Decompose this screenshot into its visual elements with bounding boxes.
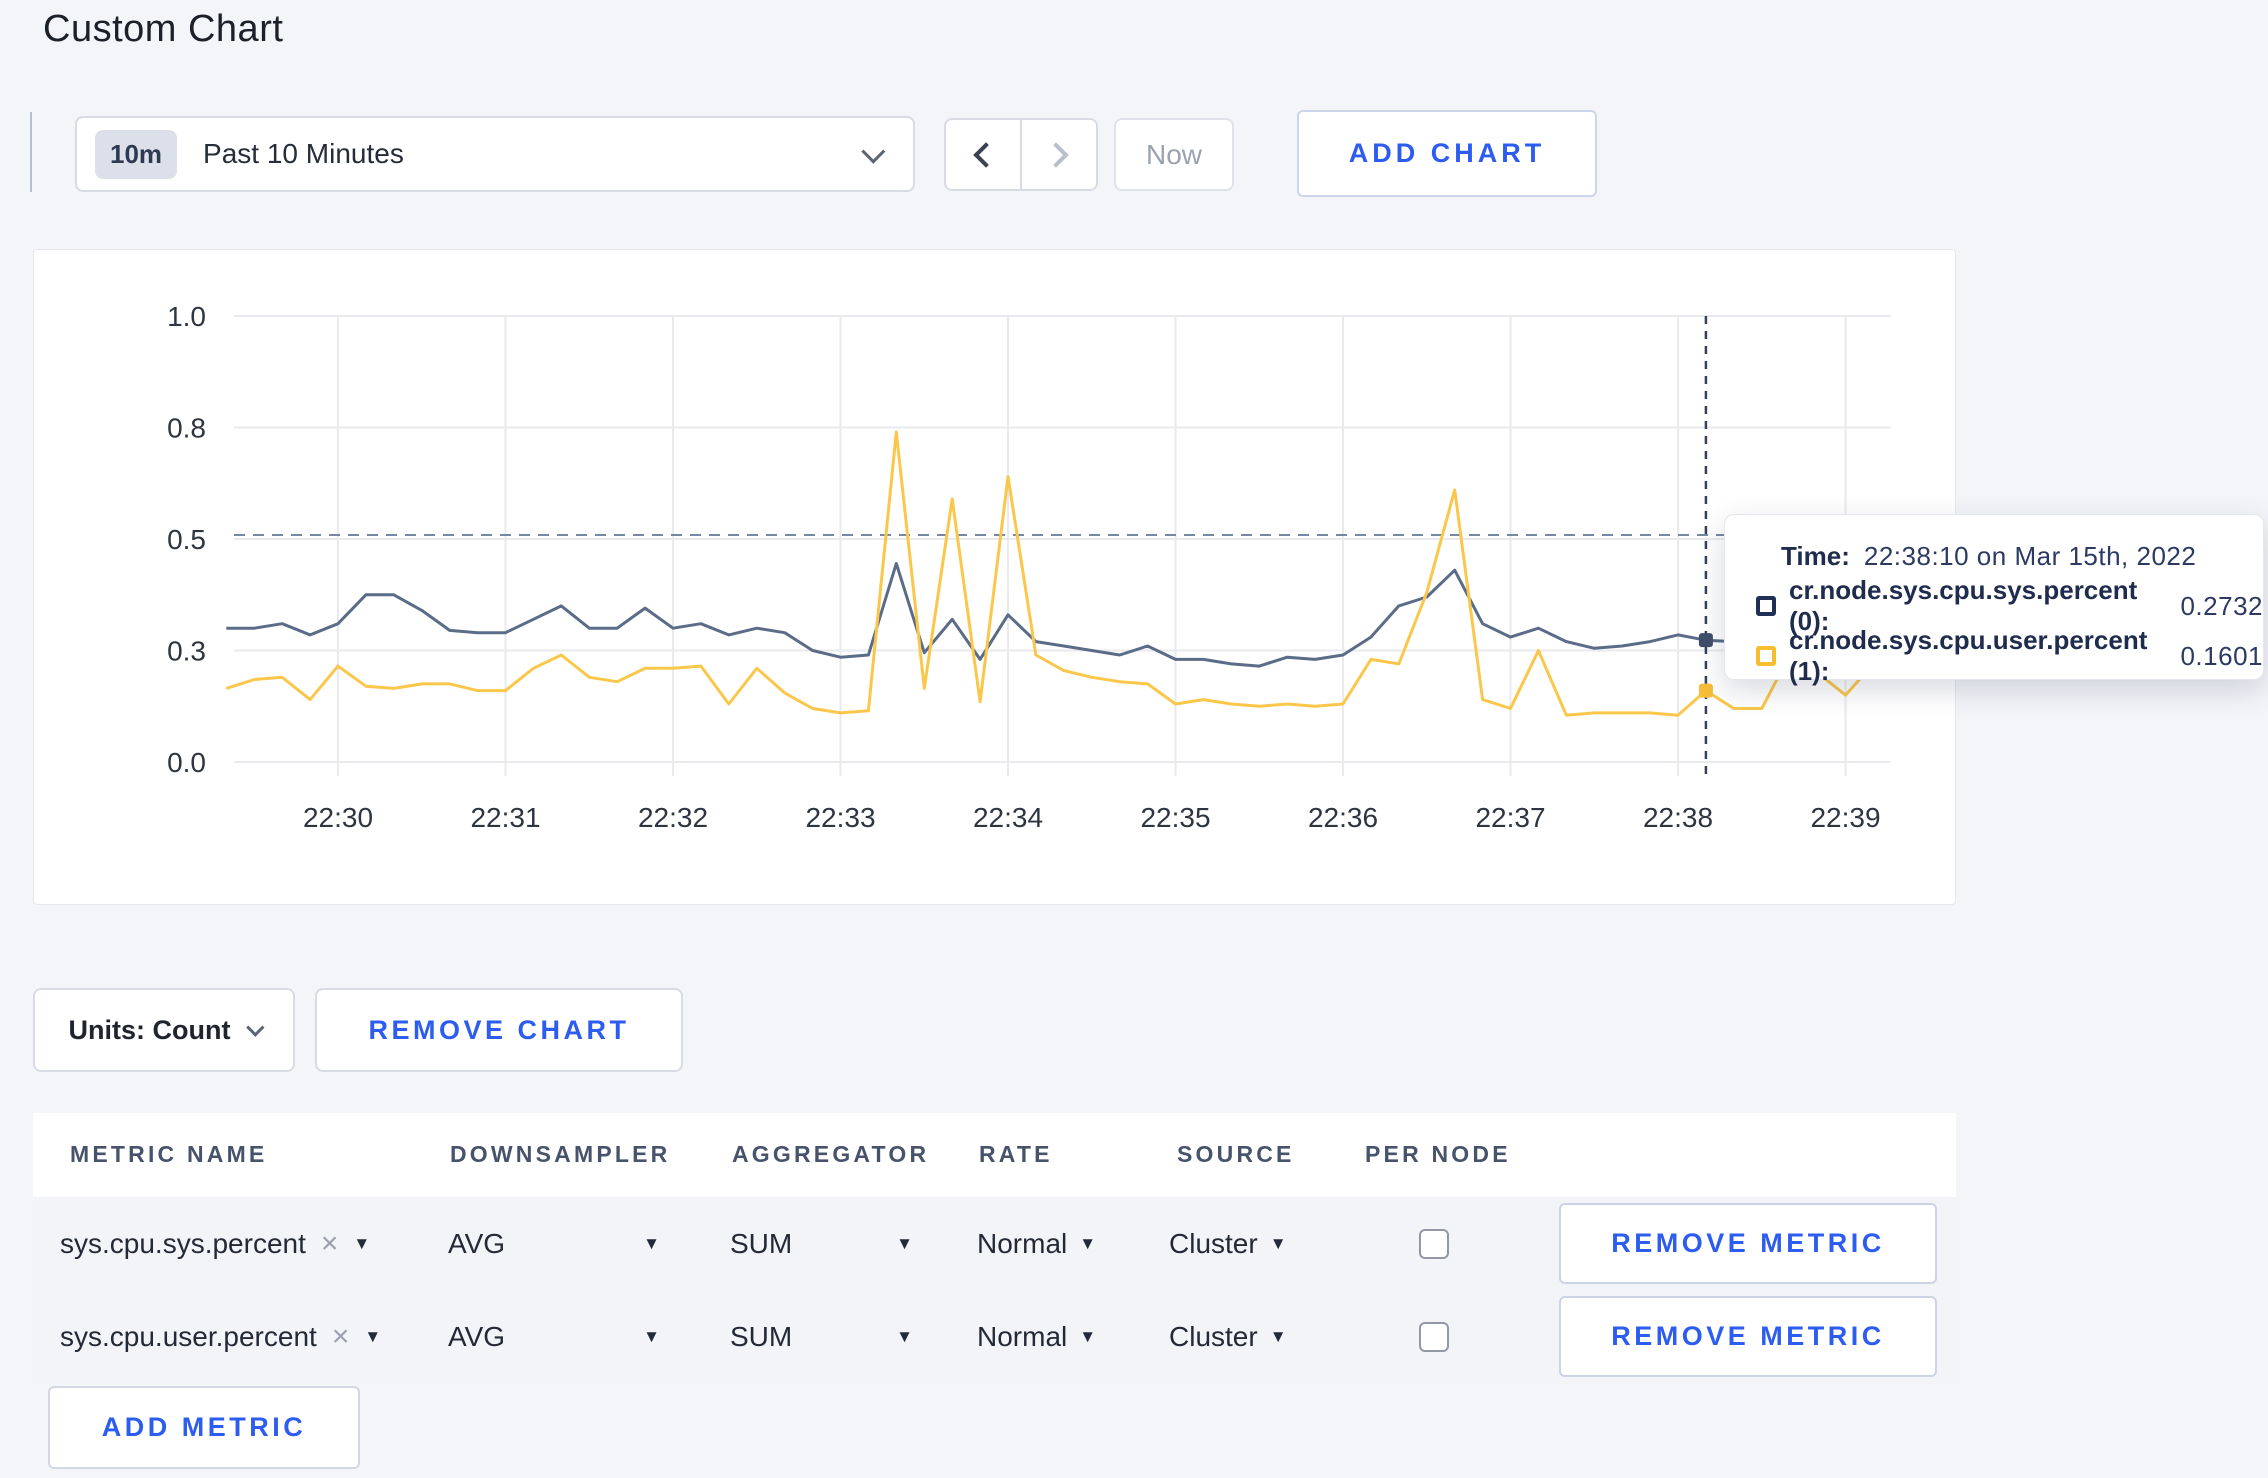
caret-down-icon: ▼	[1079, 1326, 1097, 1346]
caret-down-icon: ▼	[896, 1233, 913, 1253]
prev-timespan-button[interactable]	[946, 120, 1020, 189]
per-node-checkbox[interactable]	[1419, 1321, 1449, 1352]
x-tick-label: 22:38	[1643, 802, 1713, 833]
remove-metric-button[interactable]: REMOVE METRIC	[1559, 1296, 1937, 1377]
x-tick-label: 22:39	[1810, 802, 1880, 833]
metric-name-label: sys.cpu.user.percent	[60, 1320, 317, 1352]
per-node-checkbox[interactable]	[1419, 1228, 1449, 1259]
y-tick-label: 0.8	[167, 413, 206, 444]
user-series-swatch-icon	[1756, 646, 1776, 666]
source-select[interactable]: Cluster ▼	[1169, 1197, 1287, 1290]
caret-down-icon: ▼	[364, 1326, 382, 1346]
clear-metric-icon[interactable]: ×	[332, 1321, 350, 1352]
column-header-rate: RATE	[979, 1141, 1053, 1167]
rate-value: Normal	[977, 1320, 1068, 1352]
x-tick-label: 22:35	[1140, 802, 1210, 833]
x-tick-label: 22:30	[303, 802, 373, 833]
tooltip-time-label: Time:	[1781, 540, 1850, 571]
time-window-badge: 10m	[95, 129, 178, 179]
caret-down-icon: ▼	[896, 1326, 913, 1346]
aggregator-value: SUM	[730, 1227, 793, 1259]
tooltip-series-value: 0.2732	[2180, 590, 2263, 621]
aggregator-value: SUM	[730, 1320, 793, 1352]
y-tick-label: 0.5	[167, 524, 206, 555]
column-header-aggregator: AGGREGATOR	[732, 1141, 930, 1167]
now-button[interactable]: Now	[1114, 118, 1234, 191]
caret-down-icon: ▼	[353, 1233, 371, 1253]
units-select[interactable]: Units: Count	[33, 988, 295, 1072]
downsampler-value: AVG	[448, 1320, 506, 1352]
metric-row: sys.cpu.sys.percent × ▼ AVG ▼ SUM ▼ Norm…	[33, 1197, 1956, 1290]
hover-point-dot	[1698, 633, 1713, 648]
metrics-table-header: METRIC NAME DOWNSAMPLER AGGREGATOR RATE SOUR…	[33, 1113, 1956, 1197]
x-tick-label: 22:34	[973, 802, 1043, 833]
caret-down-icon: ▼	[643, 1233, 660, 1253]
x-tick-label: 22:33	[805, 802, 875, 833]
time-window-select[interactable]: 10m Past 10 Minutes	[75, 116, 915, 192]
custom-chart-page: Custom Chart 10m Past 10 Minutes Now ADD…	[0, 0, 2268, 1478]
time-pager	[944, 118, 1098, 191]
x-tick-label: 22:36	[1308, 802, 1378, 833]
rate-value: Normal	[977, 1227, 1068, 1259]
time-window-label: Past 10 Minutes	[203, 138, 404, 169]
add-metric-button[interactable]: ADD METRIC	[48, 1386, 360, 1469]
chevron-down-icon	[246, 1017, 266, 1037]
tooltip-series-row: cr.node.sys.cpu.sys.percent (0): 0.2732	[1756, 575, 2263, 636]
metric-name-select[interactable]: sys.cpu.sys.percent × ▼	[60, 1197, 370, 1290]
caret-down-icon: ▼	[1269, 1233, 1287, 1253]
rate-select[interactable]: Normal ▼	[977, 1290, 1096, 1383]
page-title: Custom Chart	[43, 8, 284, 50]
x-tick-label: 22:32	[638, 802, 708, 833]
chart-card: 22:30 22:31 22:32 22:33 22:34 22:35 22:36 22:37…	[33, 249, 2264, 906]
chevron-right-icon	[1043, 141, 1069, 168]
rate-select[interactable]: Normal ▼	[977, 1197, 1096, 1290]
tooltip-series-row: cr.node.sys.cpu.user.percent (1): 0.1601	[1756, 625, 2263, 686]
remove-metric-button[interactable]: REMOVE METRIC	[1559, 1203, 1937, 1284]
add-chart-button[interactable]: ADD CHART	[1297, 110, 1597, 197]
tooltip-series-label: cr.node.sys.cpu.user.percent (1):	[1789, 625, 2148, 686]
metrics-table: METRIC NAME DOWNSAMPLER AGGREGATOR RATE SOUR…	[33, 1113, 1956, 1383]
downsampler-value: AVG	[448, 1227, 506, 1259]
caret-down-icon: ▼	[1079, 1233, 1097, 1253]
remove-chart-button[interactable]: REMOVE CHART	[315, 988, 683, 1072]
hover-point-dot	[1698, 683, 1713, 698]
units-label: Units: Count	[68, 1014, 231, 1045]
column-header-source: SOURCE	[1177, 1141, 1295, 1167]
aggregator-select[interactable]: SUM ▼	[730, 1197, 913, 1290]
x-tick-label: 22:31	[470, 802, 540, 833]
chevron-left-icon	[973, 141, 999, 168]
next-timespan-button[interactable]	[1020, 120, 1096, 189]
metric-row: sys.cpu.user.percent × ▼ AVG ▼ SUM ▼ Nor…	[33, 1290, 1956, 1383]
column-header-downsampler: DOWNSAMPLER	[450, 1141, 671, 1167]
downsampler-select[interactable]: AVG ▼	[448, 1197, 660, 1290]
y-tick-label: 1.0	[167, 301, 206, 332]
source-select[interactable]: Cluster ▼	[1169, 1290, 1287, 1383]
tooltip-series-value: 0.1601	[2180, 640, 2263, 671]
metric-name-select[interactable]: sys.cpu.user.percent × ▼	[60, 1290, 381, 1383]
y-tick-label: 0.0	[167, 747, 206, 778]
sys-series-swatch-icon	[1756, 596, 1776, 616]
caret-down-icon: ▼	[1269, 1326, 1287, 1346]
toolbar-divider	[30, 112, 32, 192]
chevron-down-icon	[861, 139, 886, 164]
column-header-metric-name: METRIC NAME	[70, 1141, 268, 1167]
metric-name-label: sys.cpu.sys.percent	[60, 1227, 306, 1259]
source-value: Cluster	[1169, 1227, 1258, 1259]
chart-tooltip: Time: 22:38:10 on Mar 15th, 2022 cr.node…	[1724, 514, 2264, 686]
clear-metric-icon[interactable]: ×	[321, 1228, 339, 1259]
downsampler-select[interactable]: AVG ▼	[448, 1290, 660, 1383]
tooltip-time-row: Time: 22:38:10 on Mar 15th, 2022	[1756, 531, 2263, 581]
source-value: Cluster	[1169, 1320, 1258, 1352]
aggregator-select[interactable]: SUM ▼	[730, 1290, 913, 1383]
series-line-user	[225, 430, 1875, 717]
chart-canvas[interactable]: 22:30 22:31 22:32 22:33 22:34 22:35 22:36 22:37…	[34, 250, 1957, 906]
x-tick-label: 22:37	[1475, 802, 1545, 833]
y-tick-label: 0.3	[167, 636, 206, 667]
caret-down-icon: ▼	[643, 1326, 660, 1346]
tooltip-time-value: 22:38:10 on Mar 15th, 2022	[1863, 540, 2197, 571]
column-header-per-node: PER NODE	[1365, 1141, 1511, 1167]
